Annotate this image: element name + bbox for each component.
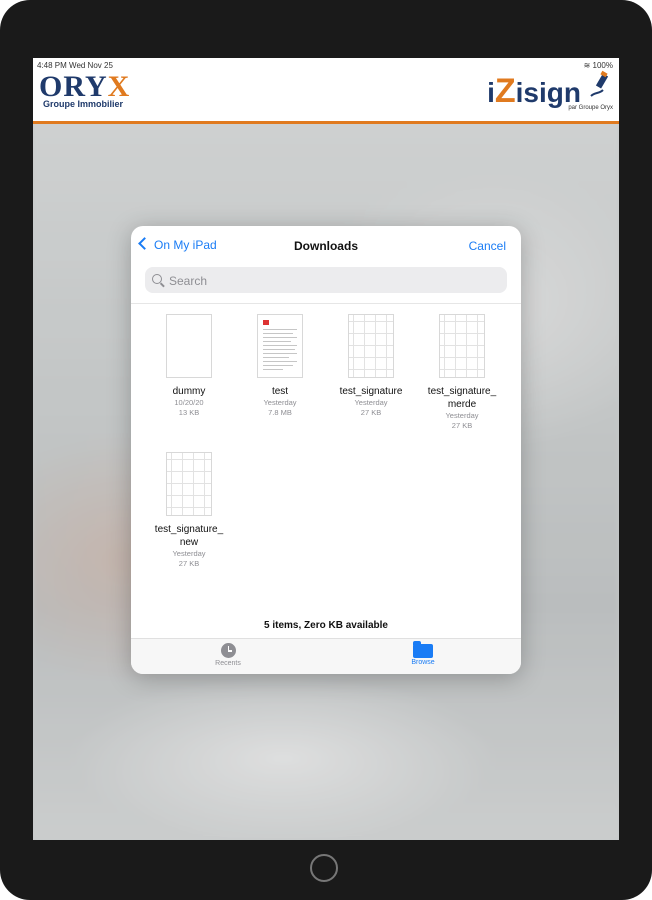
document-thumbnail [166, 452, 212, 516]
tab-bar: Recents Browse [131, 638, 521, 674]
items-summary: 5 items, Zero KB available [264, 620, 388, 631]
dialog-title: Downloads [293, 239, 358, 253]
file-size: 27 KB [451, 421, 473, 430]
pen-icon [590, 70, 609, 97]
search-icon [152, 274, 162, 284]
app-header: 4:48 PM Wed Nov 25 ≋ 100% ORYX Groupe Im… [33, 58, 619, 124]
file-size: 13 KB [178, 408, 200, 417]
file-name: test_signature_ merde [427, 386, 497, 410]
file-item-test-signature[interactable]: test_signature Yesterday 27 KB [326, 314, 416, 418]
file-size: 27 KB [360, 408, 382, 417]
file-item-dummy[interactable]: dummy 10/20/20 13 KB [144, 314, 234, 418]
file-name: test_signature [339, 386, 403, 397]
file-date: Yesterday [172, 549, 206, 558]
cancel-button[interactable]: Cancel [469, 239, 506, 253]
file-item-test[interactable]: test Yesterday 7.8 MB [235, 314, 325, 418]
dialog-nav-bar: On My iPad Downloads Cancel [131, 226, 521, 264]
file-name: dummy [172, 386, 206, 397]
file-picker-dialog: On My iPad Downloads Cancel dummy 10/20/… [131, 226, 521, 674]
folder-icon [413, 641, 433, 658]
file-item-test-signature-new[interactable]: test_signature_ new Yesterday 27 KB [144, 452, 234, 569]
search-input[interactable] [167, 267, 491, 295]
tab-browse[interactable]: Browse [383, 641, 463, 666]
file-size: 7.8 MB [268, 408, 292, 417]
document-thumbnail [257, 314, 303, 378]
file-date: Yesterday [263, 398, 297, 407]
document-thumbnail [348, 314, 394, 378]
wifi-icon: ≋ [583, 61, 591, 70]
file-name: test_signature_ new [154, 524, 224, 548]
file-size: 27 KB [178, 559, 200, 568]
divider [131, 303, 521, 304]
home-button[interactable] [310, 854, 338, 882]
file-date: Yesterday [445, 411, 479, 420]
file-date: Yesterday [354, 398, 388, 407]
file-item-test-signature-merde[interactable]: test_signature_ merde Yesterday 27 KB [417, 314, 507, 431]
document-thumbnail [166, 314, 212, 378]
oryx-subtitle: Groupe Immobilier [43, 99, 124, 109]
document-thumbnail [439, 314, 485, 378]
tab-recents[interactable]: Recents [188, 643, 268, 667]
izisign-subtitle: par Groupe Oryx [568, 105, 613, 111]
izisign-logo: iZisign [487, 72, 581, 110]
status-time: 4:48 PM Wed Nov 25 [37, 61, 113, 70]
tab-label: Browse [411, 659, 435, 666]
file-date: 10/20/20 [174, 398, 204, 407]
search-bar[interactable] [145, 267, 507, 295]
status-battery: ≋ 100% [583, 61, 613, 70]
file-name: test [271, 386, 289, 397]
tab-label: Recents [215, 660, 241, 667]
clock-icon [220, 643, 236, 658]
